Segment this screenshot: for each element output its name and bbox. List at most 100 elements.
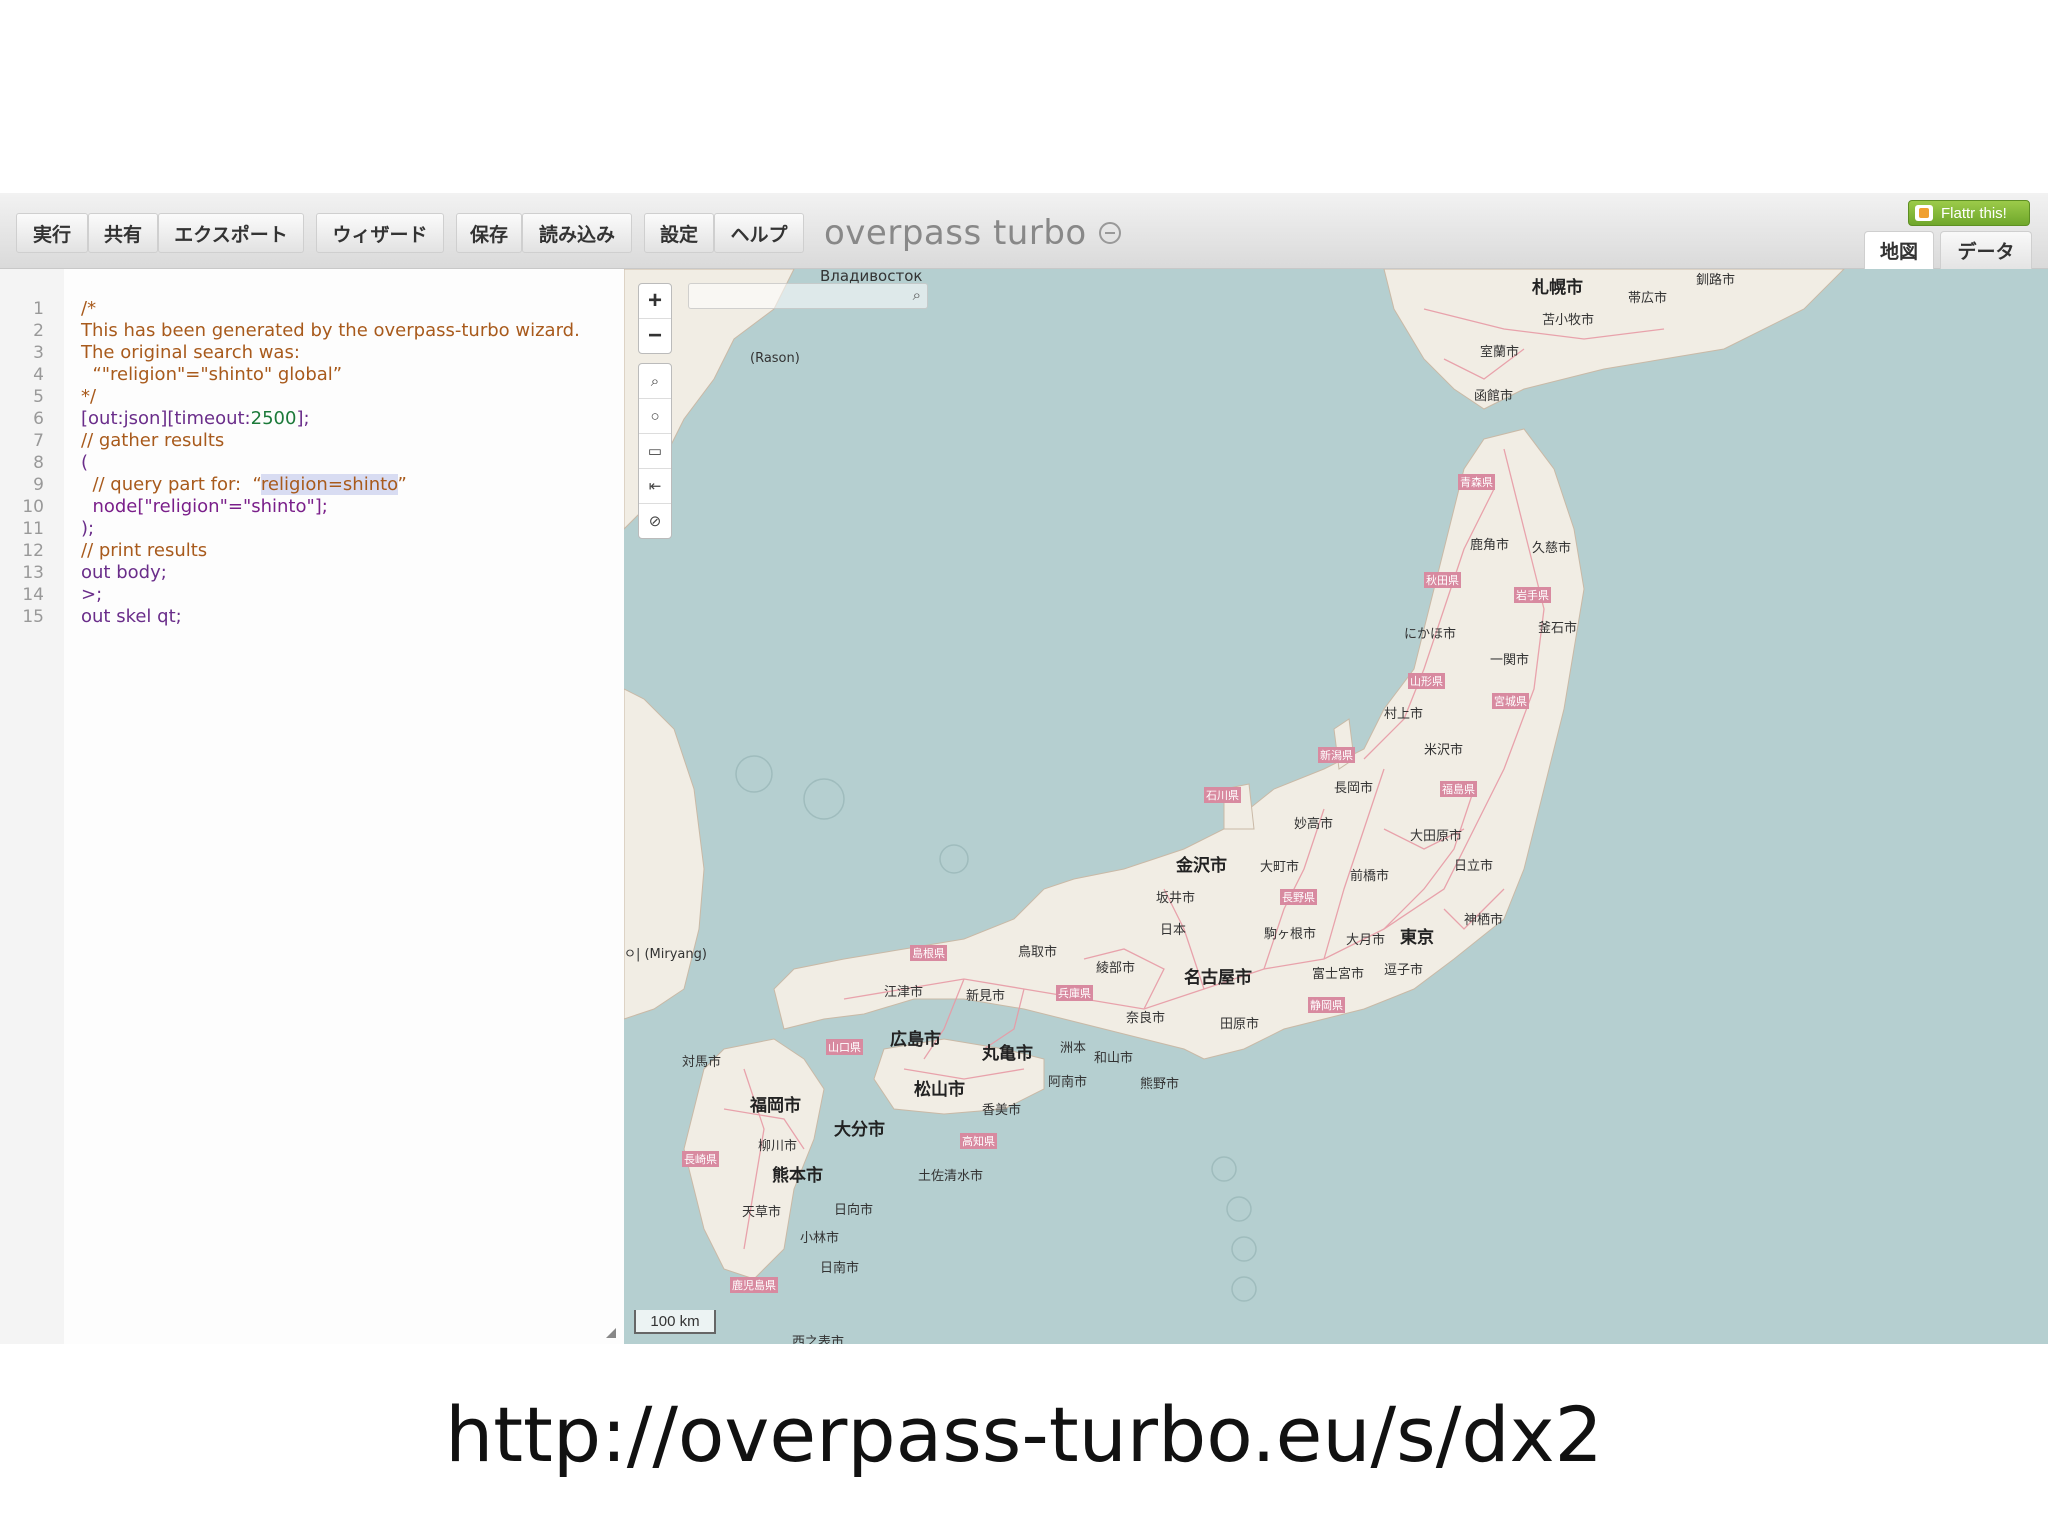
- map-label: 日本: [1160, 923, 1187, 938]
- code-line: // gather results: [81, 430, 225, 451]
- load-button[interactable]: 読み込み: [522, 213, 632, 253]
- code-token: // query part for: “: [81, 474, 261, 495]
- zoom-out-button[interactable]: −: [639, 318, 671, 353]
- code-line: [out:json][timeout:2500];: [81, 408, 310, 430]
- map-label: 熊野市: [1140, 1077, 1180, 1092]
- map-label: 前橋市: [1350, 869, 1390, 884]
- map-label: 長崎県: [682, 1151, 719, 1167]
- map-label: 鹿角市: [1470, 538, 1510, 553]
- line-number: 11: [22, 519, 44, 539]
- line-number: 4: [33, 365, 44, 385]
- map-label: 広島市: [890, 1030, 941, 1050]
- map-label: 大分市: [834, 1120, 885, 1140]
- code-line: This has been generated by the overpass-…: [81, 320, 580, 341]
- map-label: 青森県: [1458, 474, 1495, 490]
- code-line: “"religion"="shinto" global”: [81, 364, 343, 385]
- map-label: 土佐清水市: [918, 1169, 984, 1184]
- map-label: 村上市: [1384, 707, 1424, 722]
- map-view[interactable]: ⌕ + − ⌕ ○ ▭ ⇤ ⊘ Владивосток (Rason) 札幌市 …: [624, 269, 2048, 1344]
- map-label: 金沢市: [1176, 856, 1227, 876]
- code-line: out skel qt;: [81, 606, 182, 627]
- map-label: 奈良市: [1126, 1011, 1166, 1026]
- map-label: 山形県: [1408, 673, 1445, 689]
- map-label: 高知県: [960, 1133, 997, 1149]
- map-label: 東京: [1400, 928, 1434, 948]
- line-number: 2: [33, 321, 44, 341]
- line-number: 10: [22, 497, 44, 517]
- code-line: (: [81, 452, 89, 473]
- map-label: 帯広市: [1628, 291, 1668, 306]
- map-label: 福岡市: [750, 1096, 801, 1116]
- map-label: 洲本: [1060, 1041, 1087, 1056]
- map-label: 一関市: [1490, 653, 1530, 668]
- map-label: 丸亀市: [982, 1044, 1033, 1064]
- map-label: ㅇ| (Miryang): [624, 947, 707, 962]
- map-label: 宮城県: [1492, 693, 1529, 709]
- toolbar: 実行 共有 エクスポート ウィザード 保存 読み込み 設定 ヘルプ overpa…: [0, 193, 2048, 269]
- map-label: Владивосток: [820, 269, 923, 285]
- code-token: ”: [397, 474, 407, 495]
- zoom-in-button[interactable]: +: [639, 284, 671, 318]
- map-label: 秋田県: [1424, 572, 1461, 588]
- overpass-logo-icon: [1098, 222, 1121, 244]
- footer-url: http://overpass-turbo.eu/s/dx2: [445, 1390, 1603, 1479]
- map-label: (Rason): [750, 351, 800, 366]
- map-label: 石川県: [1204, 787, 1241, 803]
- map-label: 釧路市: [1696, 273, 1736, 288]
- map-label: 熊本市: [772, 1166, 823, 1186]
- brand-title: overpass turbo: [824, 213, 1087, 253]
- map-label: 名古屋市: [1184, 968, 1252, 988]
- run-button[interactable]: 実行: [16, 213, 88, 253]
- zoom-to-data-icon[interactable]: ⌕: [639, 364, 671, 398]
- fit-bounds-icon[interactable]: ⇤: [639, 468, 671, 503]
- export-button[interactable]: エクスポート: [158, 213, 304, 253]
- map-label: 札幌市: [1532, 278, 1583, 298]
- code-line: // query part for: “religion=shinto”: [81, 474, 407, 496]
- help-button[interactable]: ヘルプ: [714, 213, 804, 253]
- line-number: 9: [33, 475, 44, 495]
- map-canvas: [624, 269, 1845, 1302]
- locate-icon[interactable]: ○: [639, 398, 671, 433]
- map-label: 逗子市: [1384, 963, 1424, 978]
- code-token: 2500: [250, 408, 297, 429]
- line-number: 1: [33, 299, 44, 319]
- search-icon[interactable]: ⌕: [913, 287, 921, 304]
- code-line: /*: [81, 298, 97, 319]
- tab-data[interactable]: データ: [1940, 231, 2032, 269]
- map-label: 兵庫県: [1056, 985, 1093, 1001]
- resize-handle[interactable]: [606, 1328, 616, 1338]
- map-label: 香美市: [982, 1103, 1022, 1118]
- share-button[interactable]: 共有: [88, 213, 158, 253]
- map-label: 大月市: [1346, 933, 1386, 948]
- code-editor[interactable]: 1 /* 2 This has been generated by the ov…: [0, 269, 625, 1344]
- clear-icon[interactable]: ⊘: [639, 503, 671, 538]
- settings-button[interactable]: 設定: [644, 213, 714, 253]
- map-label: 妙高市: [1294, 817, 1334, 832]
- save-button[interactable]: 保存: [456, 213, 522, 253]
- map-label: 江津市: [884, 985, 924, 1000]
- map-label: 柳川市: [758, 1139, 798, 1154]
- map-label: 福島県: [1440, 781, 1477, 797]
- code-line: >;: [81, 584, 103, 605]
- line-number: 6: [33, 409, 44, 429]
- wizard-button[interactable]: ウィザード: [316, 213, 444, 253]
- flattr-button[interactable]: Flattr this!: [1908, 200, 2030, 226]
- map-label: 静岡県: [1308, 997, 1345, 1013]
- map-label: にかほ市: [1404, 627, 1457, 642]
- map-label: 山口県: [826, 1039, 863, 1055]
- line-number: 5: [33, 387, 44, 407]
- map-label: 日立市: [1454, 859, 1494, 874]
- tab-map[interactable]: 地図: [1864, 231, 1934, 269]
- map-search-input[interactable]: ⌕: [688, 283, 928, 309]
- map-label: 久慈市: [1532, 541, 1572, 556]
- line-number: 3: [33, 343, 44, 363]
- map-label: 室蘭市: [1480, 345, 1520, 360]
- image-export-icon[interactable]: ▭: [639, 433, 671, 468]
- map-label: 大町市: [1260, 860, 1300, 875]
- map-label: 島根県: [910, 945, 947, 961]
- map-tools: ⌕ ○ ▭ ⇤ ⊘: [638, 363, 672, 539]
- code-line: out body;: [81, 562, 167, 583]
- scale-bar: 100 km: [634, 1310, 716, 1334]
- map-label: 新潟県: [1318, 747, 1355, 763]
- map-label: 天草市: [742, 1205, 782, 1220]
